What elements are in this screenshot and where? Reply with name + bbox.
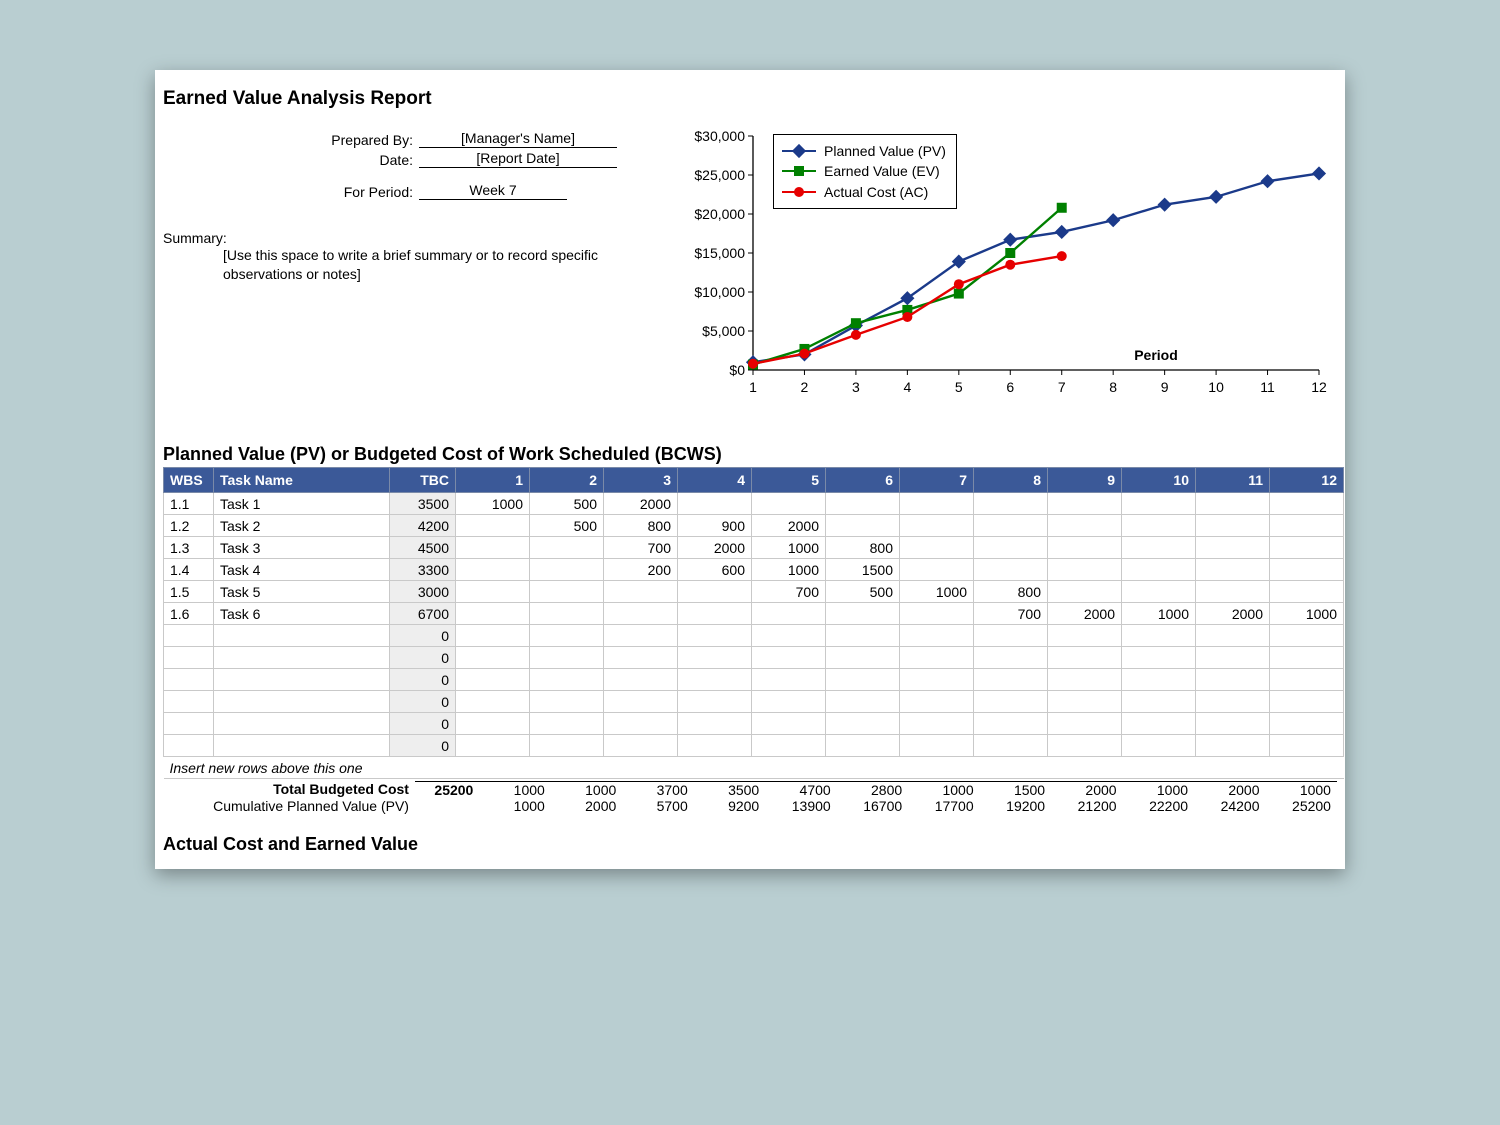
period-value[interactable]: Week 7	[419, 182, 567, 200]
svg-text:10: 10	[1208, 379, 1224, 395]
col-period: 8	[974, 468, 1048, 493]
svg-text:$25,000: $25,000	[694, 167, 745, 183]
col-period: 2	[530, 468, 604, 493]
col-period: 5	[752, 468, 826, 493]
col-task: Task Name	[214, 468, 390, 493]
header-form: Prepared By: [Manager's Name] Date: [Rep…	[163, 128, 663, 418]
legend-ac: Actual Cost (AC)	[824, 182, 928, 202]
svg-text:11: 11	[1260, 379, 1275, 395]
legend-pv: Planned Value (PV)	[824, 141, 946, 161]
svg-text:7: 7	[1058, 379, 1066, 395]
date-label: Date:	[163, 152, 419, 168]
svg-text:$15,000: $15,000	[694, 245, 745, 261]
table-row[interactable]: 0	[164, 713, 1344, 735]
ac-section-title: Actual Cost and Earned Value	[163, 834, 1337, 855]
table-row[interactable]: 1.5Task 530007005001000800	[164, 581, 1344, 603]
svg-text:$0: $0	[729, 362, 745, 378]
summary-label: Summary:	[163, 230, 663, 246]
svg-text:6: 6	[1006, 379, 1014, 395]
col-period: 12	[1270, 468, 1344, 493]
table-row[interactable]: 1.2Task 242005008009002000	[164, 515, 1344, 537]
col-period: 10	[1122, 468, 1196, 493]
svg-text:12: 12	[1311, 379, 1327, 395]
svg-text:$10,000: $10,000	[694, 284, 745, 300]
svg-text:$5,000: $5,000	[702, 323, 745, 339]
svg-text:$30,000: $30,000	[694, 128, 745, 144]
table-row[interactable]: 0	[164, 735, 1344, 757]
table-row[interactable]: 0	[164, 691, 1344, 713]
prepared-by-label: Prepared By:	[163, 132, 419, 148]
col-period: 1	[456, 468, 530, 493]
summary-text[interactable]: [Use this space to write a brief summary…	[223, 246, 643, 284]
svg-text:1: 1	[749, 379, 757, 395]
col-period: 11	[1196, 468, 1270, 493]
svg-text:Period: Period	[1134, 347, 1178, 363]
svg-text:2: 2	[801, 379, 809, 395]
svg-text:8: 8	[1109, 379, 1117, 395]
table-row[interactable]: 1.1Task 1350010005002000	[164, 493, 1344, 515]
prepared-by-value[interactable]: [Manager's Name]	[419, 130, 617, 148]
table-row[interactable]: 0	[164, 647, 1344, 669]
col-period: 7	[900, 468, 974, 493]
table-row[interactable]: 1.3Task 3450070020001000800	[164, 537, 1344, 559]
table-row[interactable]: 1.4Task 4330020060010001500	[164, 559, 1344, 581]
table-row[interactable]: 0	[164, 669, 1344, 691]
svg-text:3: 3	[852, 379, 860, 395]
pv-totals: Total Budgeted Cost252001000100037003500…	[163, 781, 1337, 814]
insert-note: Insert new rows above this one	[164, 757, 1344, 779]
col-period: 9	[1048, 468, 1122, 493]
table-row[interactable]: 1.6Task 667007002000100020001000	[164, 603, 1344, 625]
svg-text:$20,000: $20,000	[694, 206, 745, 222]
svg-text:4: 4	[903, 379, 911, 395]
period-label: For Period:	[163, 184, 419, 200]
col-tbc: TBC	[390, 468, 456, 493]
legend-ev: Earned Value (EV)	[824, 161, 940, 181]
chart-legend: Planned Value (PV) Earned Value (EV) Act…	[773, 134, 957, 209]
spreadsheet-sheet: Earned Value Analysis Report Prepared By…	[155, 70, 1345, 869]
table-row[interactable]: 0	[164, 625, 1344, 647]
pv-section-title: Planned Value (PV) or Budgeted Cost of W…	[163, 444, 1337, 465]
svg-text:5: 5	[955, 379, 963, 395]
pv-table[interactable]: WBSTask NameTBC123456789101112 1.1Task 1…	[163, 467, 1344, 779]
col-period: 6	[826, 468, 900, 493]
col-period: 3	[604, 468, 678, 493]
date-value[interactable]: [Report Date]	[419, 150, 617, 168]
ev-chart: $0 $5,000 $10,000 $15,000 $20,000 $25,000 $30,…	[673, 128, 1333, 418]
col-period: 4	[678, 468, 752, 493]
report-title: Earned Value Analysis Report	[163, 88, 1337, 110]
svg-text:9: 9	[1161, 379, 1169, 395]
col-wbs: WBS	[164, 468, 214, 493]
